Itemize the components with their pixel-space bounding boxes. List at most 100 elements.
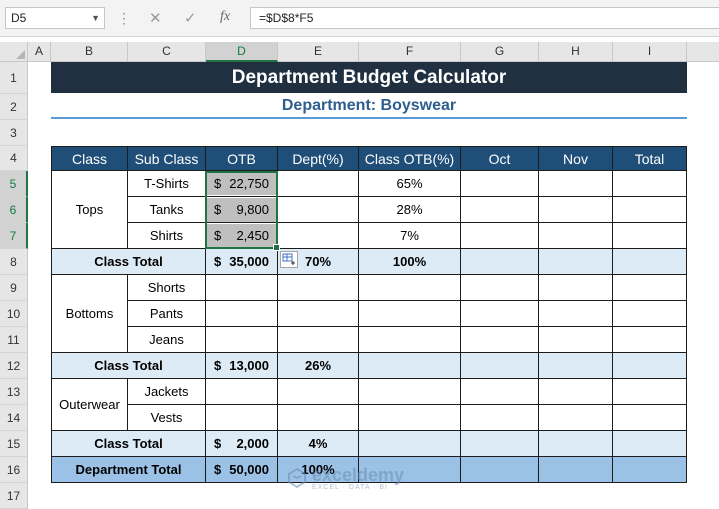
col-header-j[interactable] — [687, 42, 719, 62]
row-header-2[interactable]: 2 — [0, 94, 28, 120]
dept-pct-cell[interactable] — [278, 301, 359, 327]
oct-cell[interactable] — [461, 457, 539, 483]
nov-cell[interactable] — [539, 327, 613, 353]
row-header-9[interactable]: 9 — [0, 275, 28, 301]
class-pct-cell[interactable] — [359, 353, 461, 379]
row-header-13[interactable]: 13 — [0, 379, 28, 405]
dept-pct-cell[interactable] — [278, 223, 359, 249]
col-header-c[interactable]: C — [128, 42, 206, 62]
quick-analysis-icon[interactable] — [280, 251, 298, 268]
class-total-label[interactable]: Class Total — [51, 353, 206, 379]
oct-cell[interactable] — [461, 223, 539, 249]
header-dept-pct[interactable]: Dept(%) — [278, 146, 359, 171]
otb-shirts[interactable]: $2,450 — [206, 223, 278, 249]
oct-cell[interactable] — [461, 301, 539, 327]
row-header-8[interactable]: 8 — [0, 249, 28, 275]
class-pct-tanks[interactable]: 28% — [359, 197, 461, 223]
row-header-5[interactable]: 5 — [0, 171, 28, 197]
nov-cell[interactable] — [539, 353, 613, 379]
sub-vests[interactable]: Vests — [128, 405, 206, 431]
more-options-icon[interactable]: ⋮ — [117, 10, 131, 27]
otb-cell[interactable] — [206, 301, 278, 327]
header-sub-class[interactable]: Sub Class — [128, 146, 206, 171]
total-cell[interactable] — [613, 249, 687, 275]
oct-cell[interactable] — [461, 197, 539, 223]
sub-jackets[interactable]: Jackets — [128, 379, 206, 405]
header-otb[interactable]: OTB — [206, 146, 278, 171]
total-cell[interactable] — [613, 405, 687, 431]
dept-pct-cell[interactable] — [278, 275, 359, 301]
enter-icon[interactable]: ✓ — [184, 9, 197, 27]
row-header-4[interactable]: 4 — [0, 146, 28, 171]
cancel-icon[interactable]: ✕ — [149, 9, 162, 27]
total-cell[interactable] — [613, 457, 687, 483]
class-total-dept-pct[interactable]: 26% — [278, 353, 359, 379]
oct-cell[interactable] — [461, 275, 539, 301]
col-header-d[interactable]: D — [206, 42, 278, 62]
total-cell[interactable] — [613, 197, 687, 223]
otb-cell[interactable] — [206, 379, 278, 405]
col-header-a[interactable]: A — [28, 42, 51, 62]
nov-cell[interactable] — [539, 457, 613, 483]
total-cell[interactable] — [613, 353, 687, 379]
department-total-label[interactable]: Department Total — [51, 457, 206, 483]
otb-tanks[interactable]: $9,800 — [206, 197, 278, 223]
nov-cell[interactable] — [539, 431, 613, 457]
department-total-dept-pct[interactable]: 100% — [278, 457, 359, 483]
oct-cell[interactable] — [461, 171, 539, 197]
row-header-15[interactable]: 15 — [0, 431, 28, 457]
total-cell[interactable] — [613, 301, 687, 327]
dept-pct-cell[interactable] — [278, 405, 359, 431]
dept-pct-cell[interactable] — [278, 197, 359, 223]
total-cell[interactable] — [613, 171, 687, 197]
col-header-b[interactable]: B — [51, 42, 128, 62]
nov-cell[interactable] — [539, 379, 613, 405]
row-header-6[interactable]: 6 — [0, 197, 28, 223]
class-pct-cell[interactable] — [359, 431, 461, 457]
department-total-otb[interactable]: $50,000 — [206, 457, 278, 483]
class-pct-cell[interactable] — [359, 301, 461, 327]
header-class-otb-pct[interactable]: Class OTB(%) — [359, 146, 461, 171]
class-pct-cell[interactable] — [359, 405, 461, 431]
select-all-corner[interactable] — [0, 42, 28, 62]
oct-cell[interactable] — [461, 249, 539, 275]
nov-cell[interactable] — [539, 249, 613, 275]
otb-tshirts[interactable]: $22,750 — [206, 171, 278, 197]
col-header-e[interactable]: E — [278, 42, 359, 62]
row-header-10[interactable]: 10 — [0, 301, 28, 327]
sub-shorts[interactable]: Shorts — [128, 275, 206, 301]
nov-cell[interactable] — [539, 223, 613, 249]
row-header-3[interactable]: 3 — [0, 120, 28, 146]
oct-cell[interactable] — [461, 431, 539, 457]
class-pct-tshirts[interactable]: 65% — [359, 171, 461, 197]
nov-cell[interactable] — [539, 405, 613, 431]
header-nov[interactable]: Nov — [539, 146, 613, 171]
class-total-otb[interactable]: $13,000 — [206, 353, 278, 379]
header-total[interactable]: Total — [613, 146, 687, 171]
col-header-g[interactable]: G — [461, 42, 539, 62]
formula-input[interactable]: =$D$8*F5 — [250, 7, 719, 29]
sub-pants[interactable]: Pants — [128, 301, 206, 327]
col-header-h[interactable]: H — [539, 42, 613, 62]
class-total-otb[interactable]: $2,000 — [206, 431, 278, 457]
class-tops[interactable]: Tops — [51, 171, 128, 249]
row-header-14[interactable]: 14 — [0, 405, 28, 431]
sub-shirts[interactable]: Shirts — [128, 223, 206, 249]
nov-cell[interactable] — [539, 301, 613, 327]
chevron-down-icon[interactable]: ▼ — [91, 8, 100, 28]
sub-tanks[interactable]: Tanks — [128, 197, 206, 223]
class-total-label[interactable]: Class Total — [51, 249, 206, 275]
class-pct-cell[interactable] — [359, 379, 461, 405]
total-cell[interactable] — [613, 223, 687, 249]
oct-cell[interactable] — [461, 327, 539, 353]
row-header-16[interactable]: 16 — [0, 457, 28, 483]
col-header-i[interactable]: I — [613, 42, 687, 62]
row-header-11[interactable]: 11 — [0, 327, 28, 353]
class-pct-shirts[interactable]: 7% — [359, 223, 461, 249]
class-outerwear[interactable]: Outerwear — [51, 379, 128, 431]
dept-pct-cell[interactable] — [278, 379, 359, 405]
class-pct-cell[interactable] — [359, 457, 461, 483]
oct-cell[interactable] — [461, 405, 539, 431]
sub-tshirts[interactable]: T-Shirts — [128, 171, 206, 197]
class-total-dept-pct[interactable]: 4% — [278, 431, 359, 457]
